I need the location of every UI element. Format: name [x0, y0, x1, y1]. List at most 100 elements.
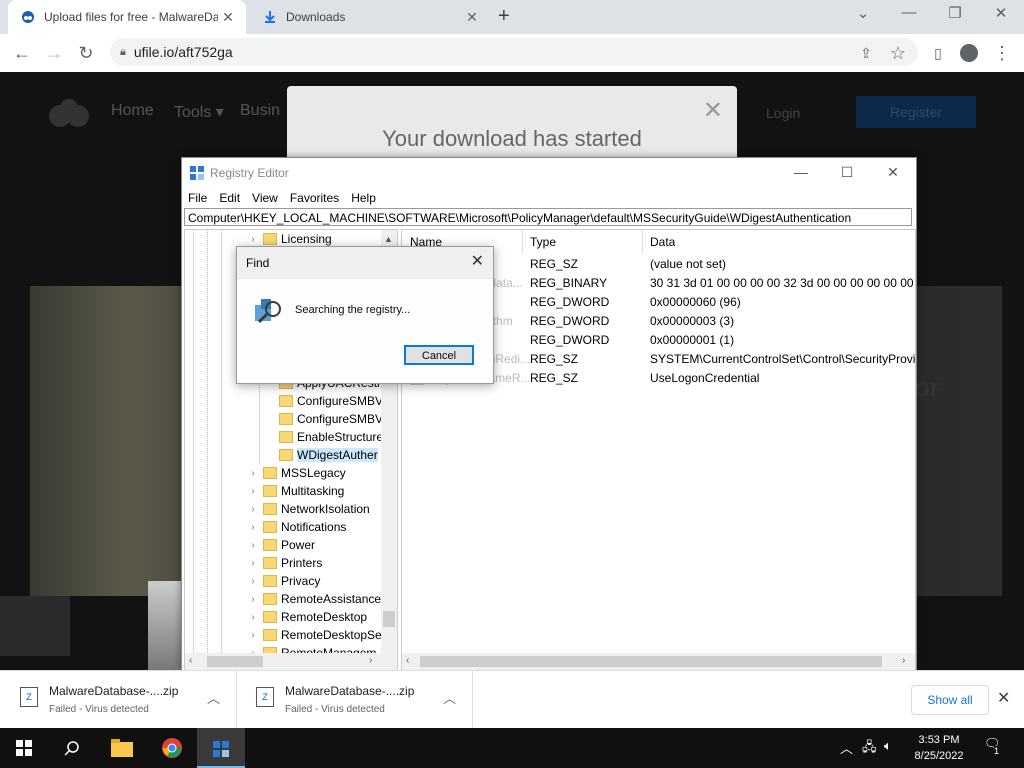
tab-close-icon[interactable]: ✕ [462, 9, 482, 26]
regedit-maximize-button[interactable]: ☐ [824, 158, 870, 188]
tab-ufile[interactable]: Upload files for free - MalwareDa ✕ [8, 0, 246, 34]
tree-item[interactable]: › MSSLegacy [247, 464, 345, 482]
show-hidden-icons-chevron-icon[interactable]: ︿ [840, 738, 853, 757]
volume-icon[interactable]: 🔈︎ [884, 738, 892, 754]
folder-icon [263, 467, 277, 479]
modal-close-icon[interactable]: ✕ [703, 96, 723, 125]
expand-chevron-icon[interactable]: › [247, 594, 259, 605]
taskbar-chrome[interactable] [148, 728, 196, 768]
menu-edit[interactable]: Edit [213, 188, 246, 208]
download-item[interactable]: Z MalwareDatabase-....zip Failed - Virus… [236, 671, 473, 729]
taskbar-registry-editor[interactable] [197, 728, 245, 768]
scroll-left-icon[interactable]: ‹ [406, 655, 409, 666]
tree-item[interactable]: WDigestAuther [263, 446, 378, 464]
folder-icon [279, 395, 293, 407]
find-cancel-button[interactable]: Cancel [404, 345, 474, 365]
expand-chevron-icon[interactable]: › [247, 234, 259, 245]
value-type: REG_DWORD [530, 333, 610, 347]
chevron-up-icon[interactable]: ︿ [207, 688, 220, 707]
registry-address-bar[interactable]: Computer\HKEY_LOCAL_MACHINE\SOFTWARE\Mic… [184, 208, 912, 226]
menu-file[interactable]: File [182, 188, 213, 208]
register-button[interactable]: Register [856, 96, 976, 128]
nav-home[interactable]: Home [111, 102, 154, 120]
tree-guide-line [193, 230, 194, 671]
start-button[interactable] [0, 728, 48, 768]
modal-title: Your download has started [382, 126, 642, 151]
new-tab-button[interactable]: + [498, 5, 510, 28]
tree-item-label: RemoteDesktopSe [281, 628, 382, 642]
tree-horizontal-scrollbar[interactable]: ‹ › [185, 653, 381, 670]
reload-icon[interactable]: ↻ [74, 42, 98, 64]
column-separator[interactable] [522, 230, 523, 254]
tree-item[interactable]: › RemoteAssistance [247, 590, 381, 608]
menu-kebab-icon[interactable]: ⋮ [990, 42, 1014, 64]
tab-downloads[interactable]: Downloads ✕ [250, 0, 490, 34]
share-icon[interactable]: ⇪ [854, 42, 878, 64]
regedit-titlebar[interactable]: Registry Editor — ☐ ✕ [182, 158, 916, 188]
regedit-minimize-button[interactable]: — [778, 158, 824, 188]
minimize-button[interactable]: — [886, 4, 932, 21]
url-text: ufile.io/aft752ga [133, 44, 233, 60]
expand-chevron-icon[interactable]: › [247, 630, 259, 641]
tree-item[interactable]: ConfigureSMBV [263, 392, 383, 410]
taskbar-clock[interactable]: 3:53 PM 8/25/2022 [904, 732, 974, 764]
expand-chevron-icon[interactable]: › [247, 576, 259, 587]
expand-chevron-icon[interactable]: › [247, 612, 259, 623]
download-item[interactable]: Z MalwareDatabase-....zip Failed - Virus… [0, 671, 237, 729]
search-button[interactable] [48, 728, 96, 768]
close-window-button[interactable]: ✕ [978, 4, 1024, 22]
tree-item[interactable]: › RemoteDesktop [247, 608, 367, 626]
restore-button[interactable]: ❐ [932, 4, 978, 22]
scroll-left-icon[interactable]: ‹ [189, 655, 192, 666]
column-header-type[interactable]: Type [530, 230, 556, 254]
menu-favorites[interactable]: Favorites [284, 188, 345, 208]
downloads-bar-close-icon[interactable]: ✕ [997, 688, 1010, 708]
recaptcha-badge[interactable] [0, 596, 70, 656]
expand-chevron-icon[interactable]: › [247, 558, 259, 569]
menu-view[interactable]: View [246, 188, 284, 208]
find-close-icon[interactable]: ✕ [471, 251, 484, 271]
profile-avatar[interactable] [960, 44, 978, 62]
login-link[interactable]: Login [766, 105, 800, 121]
show-all-button[interactable]: Show all [911, 685, 989, 715]
tree-hscroll-thumb[interactable] [207, 656, 263, 667]
tab-close-icon[interactable]: ✕ [218, 9, 238, 26]
expand-chevron-icon[interactable]: › [247, 522, 259, 533]
search-tabs-icon[interactable]: ⌄ [840, 4, 886, 22]
menu-help[interactable]: Help [345, 188, 382, 208]
tree-item[interactable]: › Multitasking [247, 482, 344, 500]
tree-scroll-thumb[interactable] [383, 611, 395, 627]
bookmark-star-icon[interactable]: ☆ [886, 42, 910, 64]
expand-chevron-icon[interactable]: › [247, 540, 259, 551]
tree-item[interactable]: › Printers [247, 554, 322, 572]
scroll-right-icon[interactable]: › [902, 655, 905, 666]
values-horizontal-scrollbar[interactable]: ‹ › [402, 653, 915, 670]
side-panel-icon[interactable]: ▯ [926, 42, 950, 64]
nav-business[interactable]: Busin [240, 102, 280, 120]
expand-chevron-icon[interactable]: › [247, 486, 259, 497]
scroll-right-icon[interactable]: › [369, 655, 372, 666]
expand-chevron-icon[interactable]: › [247, 468, 259, 479]
tab-label: Upload files for free - MalwareDa [44, 10, 218, 24]
value-type: REG_DWORD [530, 314, 610, 328]
network-icon[interactable]: 🖧︎ [862, 738, 877, 760]
back-icon[interactable]: ← [10, 42, 34, 64]
forward-icon[interactable]: → [42, 42, 66, 64]
expand-chevron-icon[interactable]: › [247, 504, 259, 515]
tree-item[interactable]: › Notifications [247, 518, 346, 536]
column-separator[interactable] [642, 230, 643, 254]
tree-item[interactable]: › Power [247, 536, 315, 554]
scroll-up-icon[interactable]: ▲ [384, 234, 393, 244]
chevron-up-icon[interactable]: ︿ [443, 688, 456, 707]
tree-item[interactable]: › RemoteDesktopSe [247, 626, 382, 644]
tree-item[interactable]: › Privacy [247, 572, 320, 590]
tree-item[interactable]: EnableStructure [263, 428, 383, 446]
tree-item[interactable]: ConfigureSMBV [263, 410, 383, 428]
nav-tools[interactable]: Tools ▾ [174, 102, 224, 122]
regedit-close-button[interactable]: ✕ [870, 158, 916, 188]
tree-item[interactable]: › NetworkIsolation [247, 500, 369, 518]
taskbar-file-explorer[interactable] [98, 728, 146, 768]
values-hscroll-thumb[interactable] [420, 656, 882, 667]
address-bar[interactable]: 🔒︎ ufile.io/aft752ga [110, 38, 918, 66]
column-header-data[interactable]: Data [650, 230, 675, 254]
